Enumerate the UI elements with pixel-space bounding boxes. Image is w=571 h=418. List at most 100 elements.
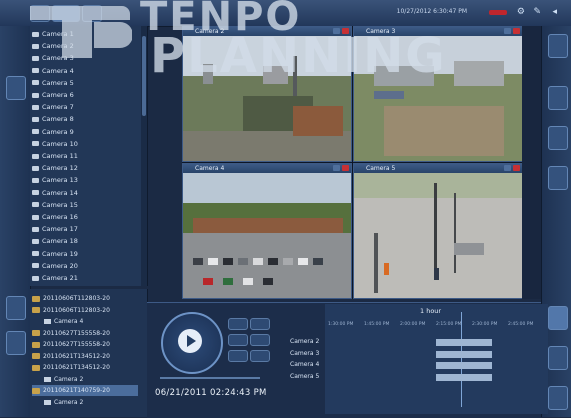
camera-tree-label: Camera 12 [42,164,78,173]
speed-button[interactable] [250,350,270,362]
fast-forward-button[interactable] [250,334,270,346]
speed-slider[interactable] [160,377,260,379]
recording-folder-item[interactable]: 20110621T140759-20 [32,385,138,396]
folder-icon [32,307,40,313]
camera-tree-item[interactable]: Camera 7 [32,101,74,113]
camera-tree-item[interactable]: Camera 15 [32,199,78,211]
timeline-recording-bar[interactable] [436,362,492,369]
step-forward-button[interactable] [250,318,270,330]
folder-icon [32,364,40,371]
tile-menu-icon[interactable] [504,165,511,171]
left-rail [0,26,31,417]
tools-icon[interactable]: ✎ [533,7,541,17]
recording-label: 20110621T134512-20 [43,364,110,371]
timeline-row-label: Camera 3 [290,349,320,357]
recording-folder-item[interactable]: 20110606T112803-20 [32,293,138,304]
camera-tree-item[interactable]: Camera 6 [32,89,74,101]
timeline-recording-bar[interactable] [436,373,492,381]
camera-icon [32,116,39,122]
camera-icon [32,153,39,159]
help-button[interactable] [548,386,568,410]
camera-tree-label: Camera 21 [42,274,78,282]
camera-tree-item[interactable]: Camera 4 [32,65,74,77]
timeline-range-label[interactable]: 1 hour [420,307,441,315]
camera-icon [44,319,51,324]
camera-tree-item[interactable]: Camera 20 [32,260,78,272]
camera-tree-label: Camera 18 [42,237,78,246]
camera-tree-label: Camera 13 [42,176,78,185]
rewind-button[interactable] [228,334,248,346]
recording-label: 20110627T155558-20 [43,341,110,348]
camera-icon [32,92,39,98]
camera-icon [32,80,39,86]
timeline-tick-label: 2:00:00 PM [400,322,426,327]
recording-label: 20110621T140759-20 [43,387,110,394]
video-tile-3[interactable]: Camera 4 [182,163,352,299]
tile-menu-icon[interactable] [504,28,511,34]
camera-icon [32,226,39,232]
camera-tree-item[interactable]: Camera 18 [32,235,78,247]
tile-menu-icon[interactable] [333,165,340,171]
camera-icon [32,251,39,257]
camera-icon [32,202,39,208]
recording-folder-item[interactable]: 20110621T134512-20 [32,362,138,373]
view-layout-button[interactable] [548,34,568,58]
info-button[interactable] [548,306,568,330]
camera-tree-item[interactable]: Camera 14 [32,187,78,199]
watermark-logo [30,6,132,58]
timeline-tick-label: 2:30:00 PM [472,322,498,327]
audio-button[interactable] [548,166,568,190]
recording-label: 20110621T134512-20 [43,352,110,360]
tile-close-icon[interactable] [342,165,349,171]
timeline-recording-bar[interactable] [436,339,492,346]
recording-camera-item[interactable]: Camera 2 [44,397,147,408]
recording-folder-item[interactable]: 20110627T155558-20 [32,328,138,339]
settings-icon[interactable]: ⚙ [517,7,525,17]
camera-tree-item[interactable]: Camera 21 [32,272,78,284]
exit-icon[interactable]: ◂ [552,7,557,17]
timeline-recording-bar[interactable] [436,350,492,358]
slow-button[interactable] [228,350,248,362]
timeline-tick-label: 2:15:00 PM [436,322,462,327]
cameras-panel-button[interactable] [6,76,26,100]
timeline-row-label: Camera 4 [290,361,320,368]
camera-tree-label: Camera 9 [42,127,74,136]
tree-scroll-thumb[interactable] [142,36,146,116]
recording-camera-item[interactable]: Camera 4 [44,316,147,327]
camera-tree-item[interactable]: Camera 9 [32,126,74,138]
camera-tree-item[interactable]: Camera 16 [32,211,78,223]
camera-tree-label: Camera 20 [42,261,78,270]
tree-scrollbar[interactable] [141,26,147,286]
tile-close-icon[interactable] [513,165,520,171]
camera-icon [32,275,39,281]
recording-label: Camera 2 [54,398,84,406]
camera-icon [32,129,39,135]
snapshot-button[interactable] [548,86,568,110]
camera-tree-item[interactable]: Camera 8 [32,113,74,125]
export-panel-button[interactable] [6,331,26,355]
timeline-panel[interactable] [325,304,548,414]
camera-tree-item[interactable]: Camera 12 [32,162,78,174]
recordings-panel-button[interactable] [6,296,26,320]
timeline-row-label: Camera 5 [290,372,320,380]
ptz-button[interactable] [548,126,568,150]
camera-icon [32,104,39,110]
camera-icon [32,165,39,171]
camera-tree-label: Camera 11 [42,152,78,160]
camera-icon [32,177,39,183]
camera-tree-item[interactable]: Camera 17 [32,223,78,235]
camera-tree-item[interactable]: Camera 11 [32,150,78,162]
camera-tree-item[interactable]: Camera 5 [32,77,74,89]
recording-folder-item[interactable]: 20110606T112803-20 [32,305,138,316]
print-button[interactable] [548,346,568,370]
camera-tree-item[interactable]: Camera 19 [32,248,78,260]
recording-folder-item[interactable]: 20110627T155558-20 [32,339,138,350]
camera-tree-item[interactable]: Camera 13 [32,174,78,186]
recording-folder-item[interactable]: 20110621T134512-20 [32,351,138,362]
camera-icon [32,68,39,74]
camera-tree-item[interactable]: Camera 10 [32,138,78,150]
tile-close-icon[interactable] [513,28,520,34]
recording-camera-item[interactable]: Camera 2 [44,374,147,385]
step-back-button[interactable] [228,318,248,330]
video-tile-4[interactable]: Camera 5 [353,163,523,299]
